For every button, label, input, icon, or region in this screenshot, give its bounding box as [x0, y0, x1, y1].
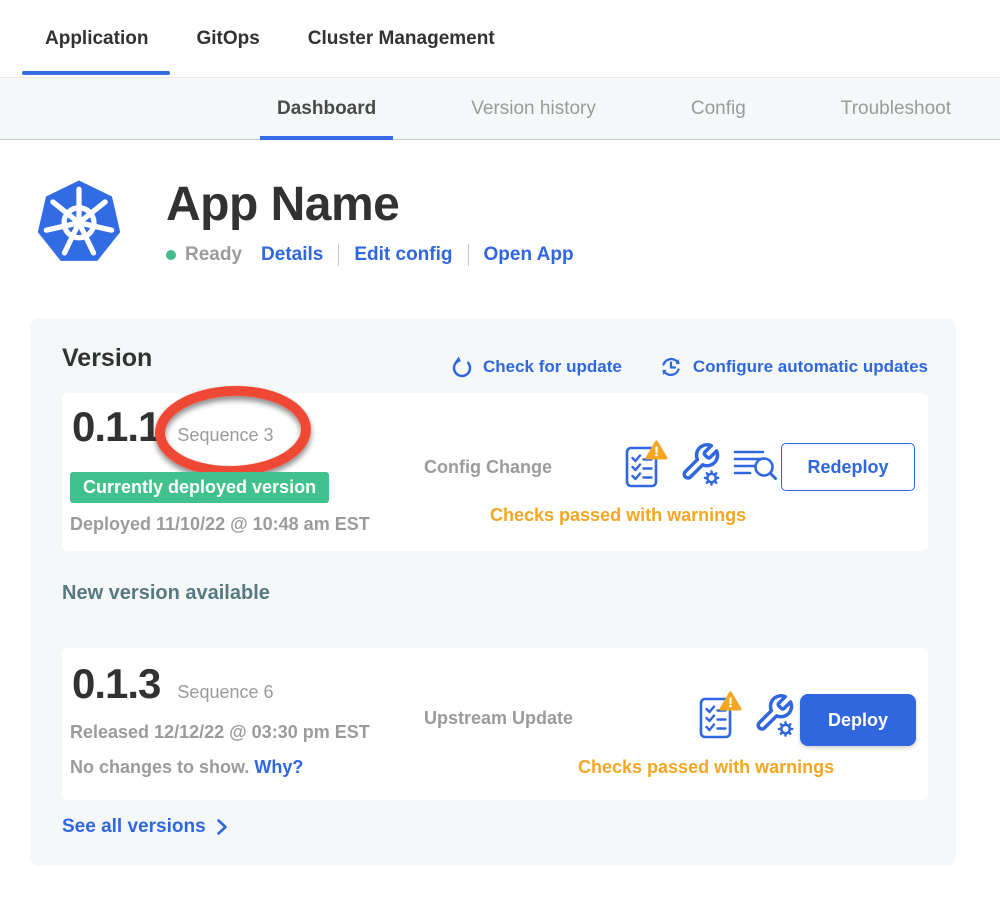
current-version-icons	[624, 439, 778, 489]
kubernetes-logo-icon	[35, 177, 123, 265]
current-version-row: 0.1.1 Sequence 3	[72, 403, 274, 451]
app-header: App Name Ready Details Edit config Open …	[35, 177, 574, 266]
open-app-link[interactable]: Open App	[484, 244, 574, 266]
why-link[interactable]: Why?	[254, 757, 303, 777]
nav-cluster-management[interactable]: Cluster Management	[308, 0, 495, 77]
details-link[interactable]: Details	[261, 244, 323, 266]
chevron-right-icon	[216, 818, 228, 836]
tab-dashboard[interactable]: Dashboard	[277, 78, 376, 139]
deploy-button[interactable]: Deploy	[800, 694, 916, 746]
update-links: Check for update Configure automatic upd…	[450, 354, 928, 380]
nav-application[interactable]: Application	[45, 0, 148, 77]
edit-config-link[interactable]: Edit config	[354, 244, 452, 266]
config-wrench-icon[interactable]	[679, 441, 721, 487]
current-version-number: 0.1.1	[72, 403, 160, 451]
current-checks-status: Checks passed with warnings	[490, 505, 746, 526]
no-changes-text: No changes to show. Why?	[70, 757, 303, 778]
preflight-checks-icon[interactable]	[624, 439, 668, 489]
current-version-card: 0.1.1 Sequence 3 Currently deployed vers…	[62, 393, 928, 551]
version-heading: Version	[62, 344, 152, 373]
divider	[338, 244, 339, 266]
tab-config[interactable]: Config	[691, 78, 746, 139]
app-status-row: Ready Details Edit config Open App	[166, 244, 574, 266]
see-all-versions-label: See all versions	[62, 816, 206, 838]
new-version-icons	[698, 690, 795, 740]
auto-update-clock-icon	[658, 354, 684, 380]
new-checks-status: Checks passed with warnings	[578, 757, 834, 778]
new-version-row: 0.1.3 Sequence 6	[72, 660, 274, 708]
new-version-sequence: Sequence 6	[177, 682, 273, 703]
page: Application GitOps Cluster Management Da…	[0, 0, 1000, 898]
preflight-checks-icon[interactable]	[698, 690, 742, 740]
app-tabs-nav: Dashboard Version history Config Trouble…	[0, 77, 1000, 140]
config-wrench-icon[interactable]	[753, 692, 795, 738]
app-title: App Name	[166, 179, 574, 231]
configure-auto-updates-link[interactable]: Configure automatic updates	[658, 354, 928, 380]
no-changes-label: No changes to show.	[70, 757, 249, 777]
view-files-icon[interactable]	[732, 445, 778, 483]
configure-auto-updates-label: Configure automatic updates	[693, 357, 928, 377]
check-for-update-label: Check for update	[483, 357, 622, 377]
new-version-source: Upstream Update	[424, 708, 573, 729]
released-timestamp: Released 12/12/22 @ 03:30 pm EST	[70, 722, 370, 743]
currently-deployed-badge: Currently deployed version	[70, 472, 329, 503]
refresh-icon	[450, 355, 474, 379]
new-version-card: 0.1.3 Sequence 6 Released 12/12/22 @ 03:…	[62, 648, 928, 800]
current-version-source: Config Change	[424, 457, 552, 478]
primary-nav: Application GitOps Cluster Management	[0, 0, 1000, 77]
nav-gitops[interactable]: GitOps	[196, 0, 259, 77]
new-version-available-heading: New version available	[62, 582, 270, 605]
app-status: Ready	[185, 244, 242, 266]
tab-version-history[interactable]: Version history	[471, 78, 596, 139]
status-dot-icon	[166, 250, 176, 260]
current-version-sequence: Sequence 3	[177, 425, 273, 446]
check-for-update-link[interactable]: Check for update	[450, 354, 622, 380]
tab-troubleshoot[interactable]: Troubleshoot	[841, 78, 951, 139]
see-all-versions-link[interactable]: See all versions	[62, 816, 228, 838]
new-version-number: 0.1.3	[72, 660, 160, 708]
redeploy-button[interactable]: Redeploy	[781, 443, 915, 491]
version-section: Version Check for update Configure autom…	[30, 318, 956, 866]
divider	[468, 244, 469, 266]
deployed-timestamp: Deployed 11/10/22 @ 10:48 am EST	[70, 514, 370, 535]
